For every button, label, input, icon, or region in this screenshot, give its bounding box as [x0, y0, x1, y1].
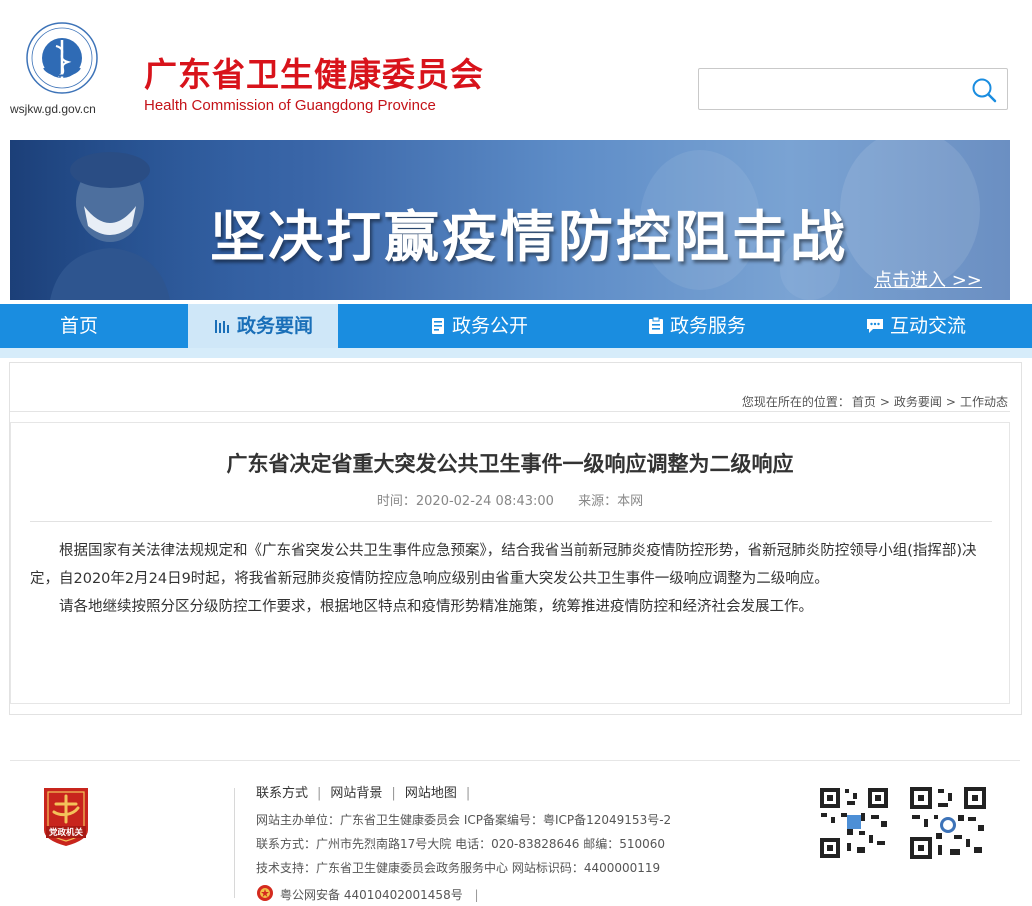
site-header: wsjkw.gd.gov.cn 广东省卫生健康委员会 Health Commis… — [0, 0, 1032, 135]
article-paragraph: 根据国家有关法律法规规定和《广东省突发公共卫生事件应急预案》，结合我省当前新冠肺… — [30, 543, 977, 587]
nav-item-label: 政务服务 — [670, 315, 747, 337]
nav-item-news[interactable]: 政务要闻 — [188, 304, 338, 348]
document-icon — [432, 318, 444, 334]
qr-code-icon — [817, 785, 891, 861]
footer-link-contact[interactable]: 联系方式 — [256, 786, 308, 801]
medical-worker-figure-icon — [10, 140, 240, 300]
police-record-label: 粤公网安备 44010402001458号 — [280, 888, 463, 902]
footer-divider — [10, 760, 1020, 761]
footer-link-sep: | — [317, 786, 322, 801]
site-subtitle: Health Commission of Guangdong Province — [144, 97, 436, 114]
article-body: 根据国家有关法律法规规定和《广东省突发公共卫生事件应急预案》，结合我省当前新冠肺… — [30, 537, 992, 621]
nav-item-label: 首页 — [60, 315, 99, 337]
breadcrumb-item-news[interactable]: 政务要闻 — [894, 395, 942, 409]
breadcrumb-item-work-updates[interactable]: 工作动态 — [960, 395, 1008, 409]
nav-underbar — [0, 348, 1032, 358]
footer-vertical-divider — [234, 788, 235, 898]
health-commission-emblem-icon[interactable] — [26, 22, 98, 94]
footer-link-sep: | — [465, 786, 471, 801]
banner-headline: 坚决打赢疫情防控阻击战 — [210, 205, 849, 269]
nav-item-label: 互动交流 — [890, 315, 967, 337]
nav-item-home[interactable]: 首页 — [60, 304, 98, 348]
site-url: wsjkw.gd.gov.cn — [10, 102, 96, 116]
article-divider — [30, 521, 992, 522]
breadcrumb-divider — [10, 411, 1010, 412]
main-nav: 首页 政务要闻 政务公开 政务服务 互动交流 — [0, 304, 1032, 348]
nav-item-gov-affairs[interactable]: 政务公开 — [430, 304, 528, 348]
site-title[interactable]: 广东省卫生健康委员会 — [144, 48, 484, 96]
article-title: 广东省决定省重大突发公共卫生事件一级响应调整为二级响应 — [226, 452, 794, 476]
footer-host-info: 网站主办单位：广东省卫生健康委员会 ICP备案编号：粤ICP备12049153号… — [256, 813, 672, 827]
breadcrumb-item-home[interactable]: 首页 — [852, 395, 876, 409]
footer-contact-info: 联系方式：广州市先烈南路17号大院 电话：020-83828646 邮编：510… — [256, 837, 666, 851]
police-record-sep: | — [474, 888, 479, 902]
breadcrumb-separator: > — [879, 395, 890, 409]
chat-bubble-icon — [867, 319, 883, 333]
party-badge-icon — [44, 788, 88, 846]
footer-support-info: 技术支持：广东省卫生健康委员会政务服务中心 网站标识码：4400000119 — [256, 861, 661, 875]
footer-link-sitemap[interactable]: 网站地图 — [405, 786, 457, 801]
bar-list-icon — [214, 320, 229, 333]
nav-item-label: 政务公开 — [452, 315, 529, 337]
footer-link-sep: | — [391, 786, 396, 801]
qr-code-icon — [908, 785, 988, 861]
footer-links: 联系方式 | 网站背景 | 网站地图 | — [256, 782, 479, 801]
clipboard-icon — [649, 317, 663, 334]
breadcrumb-separator: > — [945, 395, 956, 409]
article-meta: 时间：2020-02-24 08:43:00 来源：本网 — [10, 490, 1010, 509]
police-record-link[interactable]: 粤公网安备 44010402001458号 | — [280, 886, 479, 903]
police-badge-icon — [257, 885, 273, 901]
breadcrumb: 您现在所在的位置： 首页 > 政务要闻 > 工作动态 — [742, 393, 1010, 410]
party-government-badge[interactable]: 党政机关 — [40, 786, 92, 848]
article-paragraph: 请各地继续按照分区分级防控工作要求，根据地区特点和疫情形势精准施策，统筹推进疫情… — [59, 599, 813, 615]
party-badge-label: 党政机关 — [48, 828, 83, 838]
article-source: 来源：本网 — [578, 494, 644, 509]
nav-item-interaction[interactable]: 互动交流 — [866, 304, 966, 348]
banner-enter-link[interactable]: 点击进入 >> — [874, 266, 982, 292]
footer-link-background[interactable]: 网站背景 — [330, 786, 382, 801]
search-input[interactable] — [707, 77, 961, 103]
epidemic-banner[interactable]: 坚决打赢疫情防控阻击战 点击进入 >> — [10, 140, 1010, 300]
breadcrumb-prefix: 您现在所在的位置： — [741, 395, 850, 409]
nav-item-label: 政务要闻 — [236, 315, 313, 337]
nav-item-gov-services[interactable]: 政务服务 — [648, 304, 746, 348]
article-time: 时间：2020-02-24 08:43:00 — [376, 494, 554, 509]
search-box — [698, 68, 1008, 110]
search-icon[interactable] — [971, 77, 997, 103]
